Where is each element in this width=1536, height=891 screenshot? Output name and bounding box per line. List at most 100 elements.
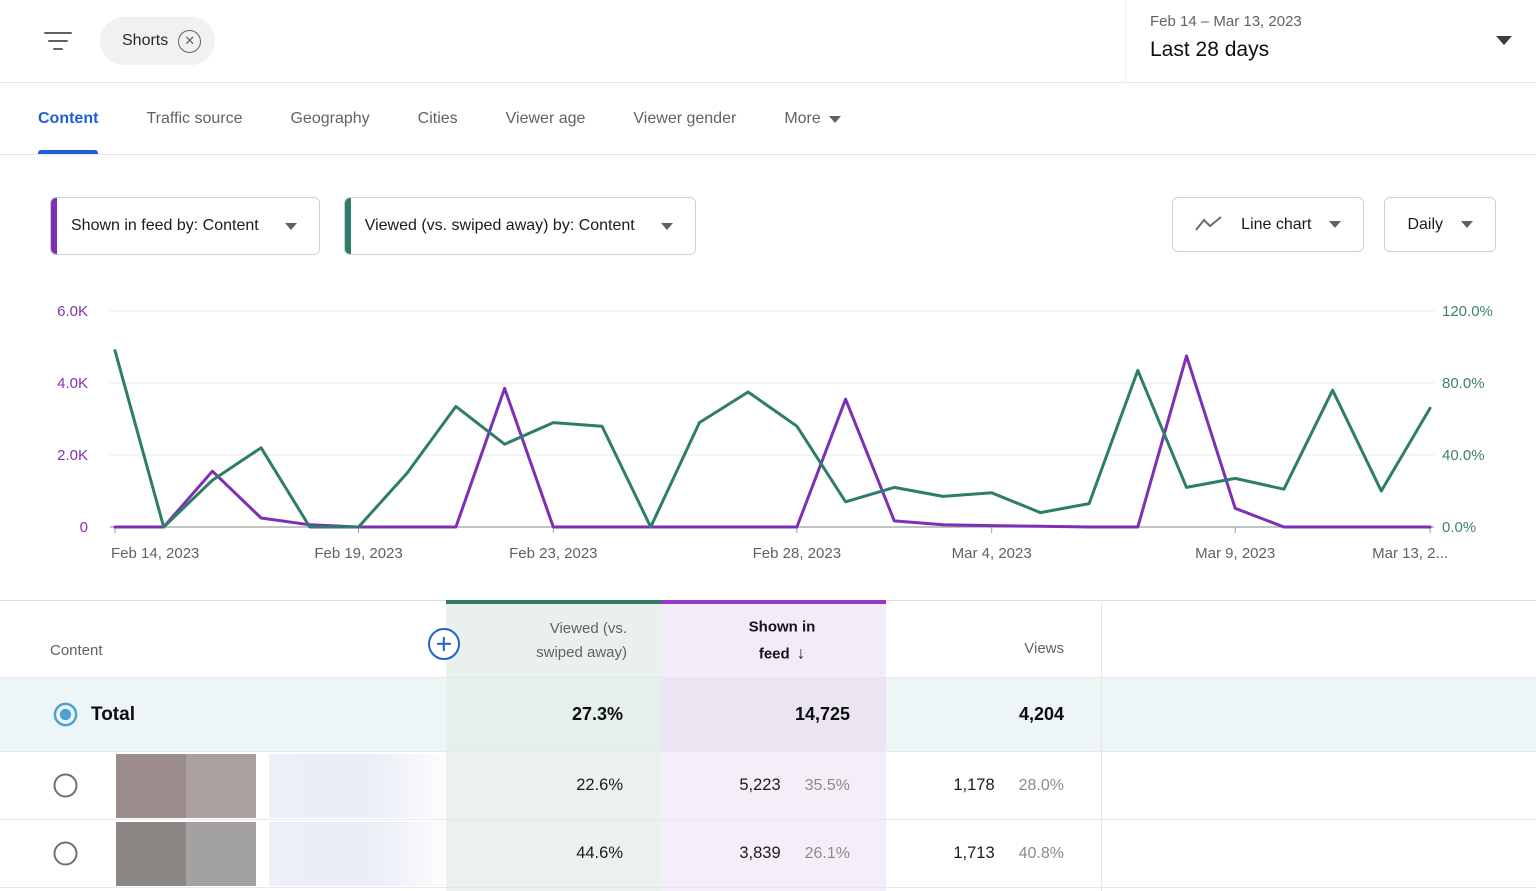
metric-picker-label: Shown in feed by: Content — [71, 217, 259, 234]
metric-accent-bar — [51, 198, 57, 254]
column-header-viewed[interactable]: Viewed (vs. swiped away) — [446, 600, 661, 677]
column-header-content[interactable]: Content — [0, 600, 446, 677]
metric-picker-label: Viewed (vs. swiped away) by: Content — [364, 217, 635, 234]
tab-viewer-gender[interactable]: Viewer gender — [633, 83, 736, 154]
sort-desc-icon: ↓ — [796, 642, 806, 662]
analytics-tabs: Content Traffic source Geography Cities View… — [0, 83, 1536, 155]
video-thumbnail-blurred — [116, 753, 256, 818]
remove-filter-icon[interactable]: ✕ — [178, 29, 202, 53]
tab-content[interactable]: Content — [38, 83, 99, 154]
tab-label: Content — [38, 109, 99, 127]
table-row[interactable]: 22.6% 5,223 35.5% 1,178 28.0% — [0, 752, 1536, 820]
column-header-label: Viewed (vs. swiped away) — [509, 617, 627, 665]
thumbnail-block — [186, 753, 256, 818]
column-header-text: Views — [1024, 640, 1064, 657]
left-axis-label: 0 — [80, 519, 88, 536]
viewed-cell: 44.6% — [446, 820, 661, 887]
table-row-total[interactable]: Total 27.3% 14,725 4,204 — [0, 678, 1536, 752]
views-value: 1,713 — [953, 844, 995, 862]
thumbnail-block — [116, 753, 186, 818]
views-percent: 40.8% — [1018, 844, 1064, 862]
shown-in-feed-cell: 5,223 35.5% — [661, 752, 886, 819]
table-header: Content Viewed (vs. swiped away) Shown in … — [0, 600, 1536, 678]
shorts-filter-chip[interactable]: Shorts ✕ — [100, 17, 216, 65]
views-value: 1,178 — [953, 776, 995, 794]
views-percent: 28.0% — [1018, 776, 1064, 794]
total-row-label: Total — [91, 703, 135, 725]
content-table: Content Viewed (vs. swiped away) Shown in … — [0, 600, 1536, 891]
views-cell: 1,713 40.8% — [886, 820, 1102, 887]
chart-type-select[interactable]: Line chart — [1172, 197, 1365, 252]
column-header-shown[interactable]: Shown in feed ↓ — [661, 600, 886, 677]
date-range-text: Feb 14 – Mar 13, 2023 — [1150, 13, 1302, 30]
filter-icon[interactable] — [40, 27, 76, 55]
add-metric-button[interactable] — [428, 628, 460, 660]
date-range-picker[interactable]: Feb 14 – Mar 13, 2023 Last 28 days — [1134, 0, 1530, 82]
shown-in-feed-value: 14,725 — [794, 704, 850, 724]
tab-label: Viewer age — [505, 109, 586, 127]
row-extra-cell — [1102, 820, 1536, 887]
tab-more[interactable]: More — [784, 83, 841, 154]
right-axis-label: 120.0% — [1442, 303, 1493, 320]
x-axis-label: Feb 14, 2023 — [111, 545, 199, 562]
column-header-text: Viewed (vs. swiped away) — [536, 619, 627, 661]
tab-label: Cities — [417, 109, 458, 127]
metric-accent-bar — [344, 198, 351, 254]
thumbnail-block — [186, 821, 256, 886]
tab-traffic-source[interactable]: Traffic source — [146, 83, 242, 154]
metric-picker-shown-in-feed-by-content[interactable]: Shown in feed by: Content — [50, 197, 320, 255]
chart-controls: Shown in feed by: Content Viewed (vs. swi… — [0, 197, 1536, 255]
left-axis-label: 6.0K — [57, 303, 88, 320]
tab-cities[interactable]: Cities — [418, 83, 458, 154]
column-header-views[interactable]: Views — [886, 600, 1102, 677]
x-axis-label: Feb 23, 2023 — [509, 545, 597, 562]
left-axis-label: 2.0K — [57, 447, 88, 464]
views-cell: 4,204 — [886, 678, 1102, 751]
metric-pickers: Shown in feed by: Content Viewed (vs. swi… — [50, 197, 696, 255]
tab-geography[interactable]: Geography — [290, 83, 369, 154]
content-cell: Total — [0, 678, 446, 751]
shown-in-feed-percent: 26.1% — [804, 844, 850, 862]
tab-label: Viewer gender — [633, 109, 737, 127]
chart-type-value: Line chart — [1241, 215, 1312, 233]
left-axis-label: 4.0K — [57, 375, 88, 392]
column-header-text: Shown in feed — [748, 617, 816, 662]
content-cell — [0, 752, 446, 819]
viewed-cell: 27.3% — [446, 678, 661, 751]
viewed-value: 27.3% — [571, 704, 623, 724]
tab-viewer-age[interactable]: Viewer age — [506, 83, 586, 154]
tab-label: Geography — [290, 109, 370, 127]
column-header-label: Shown in feed ↓ — [726, 615, 838, 666]
chevron-down-icon — [1461, 221, 1473, 228]
chevron-down-icon — [284, 222, 297, 230]
video-thumbnail-blurred — [116, 821, 256, 886]
shown-in-feed-value: 3,839 — [739, 844, 781, 862]
shown-in-feed-value: 5,223 — [739, 776, 781, 794]
table-body: Total 27.3% 14,725 4,204 22.6% 5,223 35.5% 1,17… — [0, 678, 1536, 891]
content-cell — [0, 820, 446, 887]
x-axis-label: Feb 19, 2023 — [314, 545, 402, 562]
chevron-down-icon — [1496, 36, 1512, 45]
viewed-value: 44.6% — [576, 844, 623, 862]
x-axis-label: Mar 9, 2023 — [1195, 545, 1275, 562]
table-row[interactable]: 44.6% 3,839 26.1% 1,713 40.8% — [0, 820, 1536, 888]
shown-in-feed-cell: 3,839 26.1% — [661, 820, 886, 887]
chevron-down-icon — [1329, 221, 1342, 228]
line-chart[interactable]: 6.0K 4.0K 2.0K 0 120.0% 80.0% 40.0% 0.0% Feb 14,… — [0, 281, 1536, 581]
chart-display-controls: Line chart Daily — [1172, 197, 1496, 252]
radio-selected-icon[interactable] — [52, 701, 79, 728]
granularity-select[interactable]: Daily — [1384, 197, 1496, 252]
active-tab-underline — [38, 150, 99, 154]
metric-picker-viewed-vs-swiped-away-by-content[interactable]: Viewed (vs. swiped away) by: Content — [343, 197, 696, 255]
column-header-label: Content — [50, 642, 103, 659]
right-axis-label: 40.0% — [1442, 447, 1485, 464]
views-cell: 1,178 28.0% — [886, 752, 1102, 819]
column-header-extra — [1102, 600, 1536, 677]
row-extra-cell — [1102, 752, 1536, 819]
radio-icon[interactable] — [52, 840, 79, 867]
shown-in-feed-cell: 14,725 — [661, 678, 886, 751]
radio-icon[interactable] — [52, 772, 79, 799]
thumbnail-block — [116, 821, 186, 886]
granularity-value: Daily — [1407, 215, 1443, 233]
right-axis-label: 0.0% — [1442, 519, 1476, 536]
